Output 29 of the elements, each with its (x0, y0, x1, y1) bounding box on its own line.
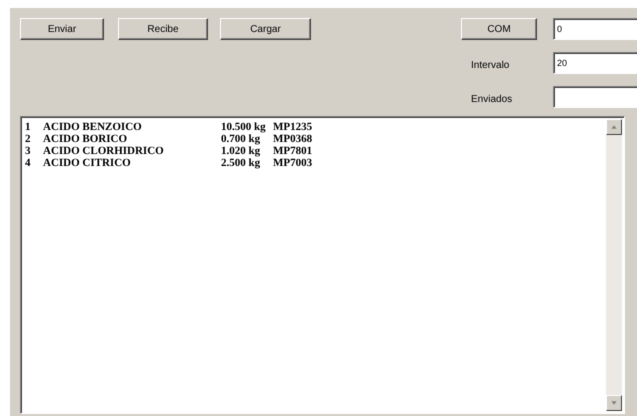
weight-text: 2.500 kg (221, 157, 262, 169)
weight-text: 10.500 kg (221, 121, 267, 133)
line-number: 2 (25, 133, 32, 145)
scroll-bar[interactable] (606, 119, 622, 411)
product-code: MP7801 (273, 145, 314, 157)
product-name: ACIDO BENZOICO (43, 121, 143, 133)
line-number: 4 (25, 157, 32, 169)
field-label: Intervalo (470, 60, 510, 70)
scroll-up-icon[interactable] (606, 119, 622, 135)
line-number: 1 (25, 121, 32, 133)
product-code: MP1235 (273, 121, 314, 133)
line-number: 3 (25, 145, 32, 157)
port-field[interactable]: 0 (553, 18, 637, 40)
value-field[interactable] (553, 86, 637, 108)
weight-text: 1.020 kg (221, 145, 262, 157)
toolbar-button[interactable]: Recibe (118, 18, 208, 40)
product-code: MP7003 (273, 157, 314, 169)
scroll-down-icon[interactable] (606, 395, 622, 411)
value-field[interactable]: 20 (553, 52, 637, 74)
toolbar-button[interactable]: Cargar (220, 18, 311, 40)
port-button[interactable]: COM (461, 18, 537, 40)
product-code: MP0368 (273, 133, 314, 145)
product-name: ACIDO CITRICO (43, 157, 132, 169)
product-name: ACIDO CLORHIDRICO (43, 145, 165, 157)
output-text-area[interactable]: 1 ACIDO BENZOICO 10.500 kg MP1235 2 ACIDO BORICO 0.700 kg MP0368 3 ACIDO CLORHIDRICO 1.020 kg MP7801 4 ACIDO CITRICO 2.500 kg MP7003 (20, 116, 625, 414)
weight-text: 0.700 kg (221, 133, 262, 145)
field-label: Enviados (470, 94, 514, 104)
toolbar-button[interactable]: Enviar (20, 18, 104, 40)
product-name: ACIDO BORICO (43, 133, 128, 145)
